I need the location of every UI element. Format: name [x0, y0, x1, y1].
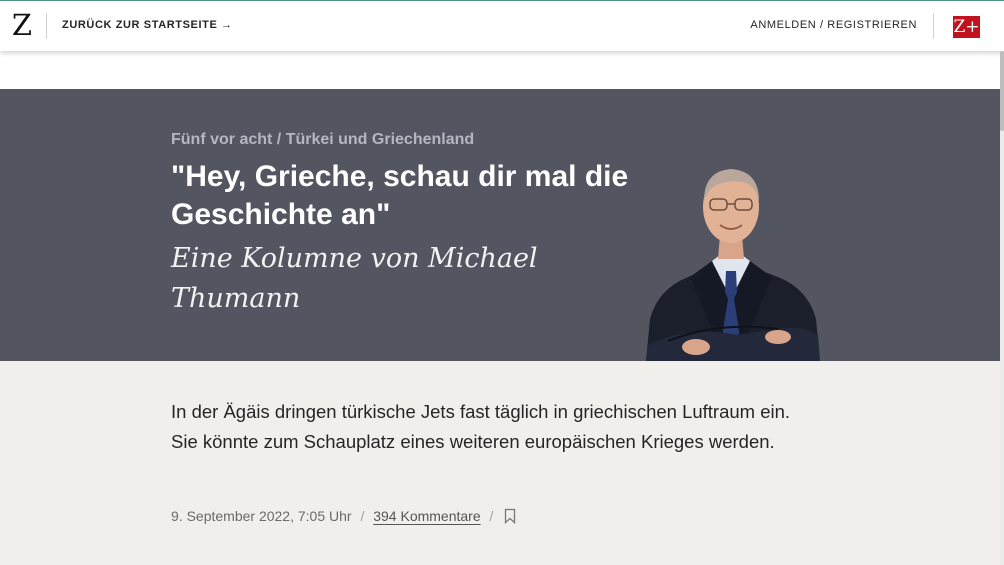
- article-summary: In der Ägäis dringen türkische Jets fast…: [171, 401, 791, 452]
- article-meta: 9. September 2022, 7:05 Uhr / 394 Kommen…: [171, 508, 516, 524]
- article-byline: Eine Kolumne von Michael Thumann: [171, 243, 538, 314]
- login-register-link[interactable]: ANMELDEN / REGISTRIEREN: [750, 19, 917, 31]
- bookmark-icon[interactable]: [504, 508, 516, 524]
- back-to-home-link[interactable]: ZURÜCK ZUR STARTSEITE →: [62, 19, 233, 31]
- article-intro: In der Ägäis dringen türkische Jets fast…: [0, 361, 1000, 565]
- scrollbar-thumb[interactable]: [1000, 51, 1004, 131]
- publish-date: 9. September 2022, 7:05 Uhr: [171, 508, 352, 524]
- header-divider-right: [933, 13, 934, 39]
- zeit-logo[interactable]: Z: [11, 10, 33, 40]
- author-photo: [646, 169, 820, 361]
- article-hero: Fünf vor acht / Türkei und Griechenland …: [0, 89, 1000, 361]
- article-headline: "Hey, Grieche, schau dir mal die Geschic…: [171, 160, 629, 231]
- zplus-logo[interactable]: Z+: [953, 16, 980, 38]
- meta-separator: /: [360, 508, 365, 524]
- site-header: Z ZURÜCK ZUR STARTSEITE → ANMELDEN / REG…: [0, 1, 1004, 51]
- article-kicker: Fünf vor acht / Türkei und Griechenland: [171, 131, 475, 148]
- comments-link[interactable]: 394 Kommentare: [373, 508, 480, 524]
- header-divider: [46, 13, 47, 39]
- meta-separator-2: /: [489, 508, 494, 524]
